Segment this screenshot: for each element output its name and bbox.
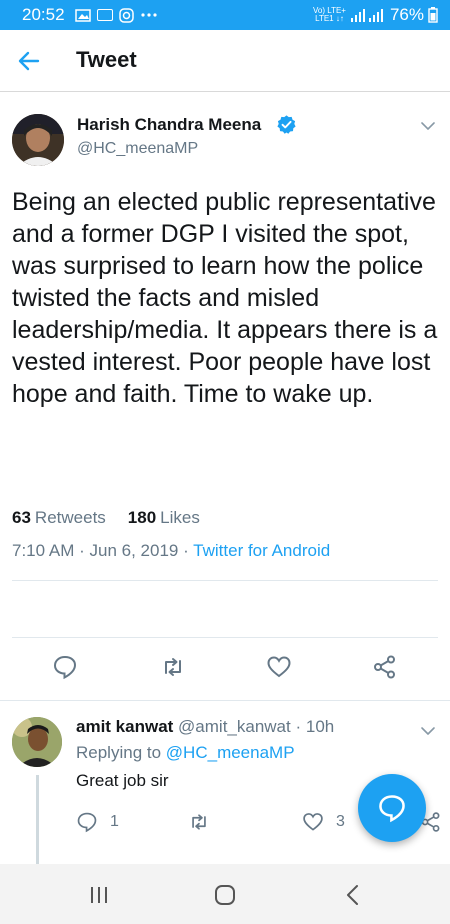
reply-age: 10h xyxy=(305,717,335,736)
status-right: Vo) LTE+ LTE1 ↓↑ 76% xyxy=(313,5,438,25)
compose-reply-button[interactable] xyxy=(358,774,426,842)
divider xyxy=(12,637,438,638)
retweets-label: Retweets xyxy=(34,508,106,527)
compose-reply-icon xyxy=(379,795,405,823)
tweet-actions xyxy=(0,654,450,684)
reply-header: amit kanwat @amit_kanwat · 10h xyxy=(76,717,334,737)
avatar-image xyxy=(12,114,64,166)
replying-to: Replying to @HC_meenaMP xyxy=(76,743,295,763)
signal-icon xyxy=(350,9,383,22)
tweet-time: 7:10 AM xyxy=(12,541,75,560)
replying-prefix: Replying to xyxy=(76,743,162,762)
chevron-down-icon[interactable] xyxy=(420,723,436,739)
retweets-count: 63 xyxy=(12,508,31,527)
author-name[interactable]: Harish Chandra Meena xyxy=(77,115,261,135)
like-icon[interactable] xyxy=(302,811,324,833)
verified-icon xyxy=(277,115,296,134)
engagement-stats: 63 Retweets 180 Likes xyxy=(12,508,200,528)
nav-back-icon[interactable] xyxy=(340,882,366,908)
reply-like-count: 3 xyxy=(336,813,345,830)
status-bar: 20:52 Vo) LTE+ LTE1 ↓↑ 76% xyxy=(0,0,450,30)
reply-author-handle[interactable]: @amit_kanwat xyxy=(178,717,291,736)
gallery-icon xyxy=(74,8,91,22)
retweet-icon[interactable] xyxy=(160,654,186,680)
reply-author-name[interactable]: amit kanwat xyxy=(76,717,173,736)
news-app-icon xyxy=(96,9,113,21)
tweet-timestamp: 7:10 AM · Jun 6, 2019 · Twitter for Andr… xyxy=(12,541,330,561)
likes-label: Likes xyxy=(160,508,200,527)
share-icon[interactable] xyxy=(372,654,398,680)
meta-separator: · xyxy=(295,717,306,736)
meta-separator: · xyxy=(183,541,194,560)
meta-separator: · xyxy=(79,541,90,560)
status-notification-icons xyxy=(74,7,158,23)
status-time: 20:52 xyxy=(22,5,65,24)
chevron-down-icon[interactable] xyxy=(420,118,436,134)
likes-stat[interactable]: 180 Likes xyxy=(128,508,200,528)
page-title: Tweet xyxy=(76,47,137,72)
tweet-source-link[interactable]: Twitter for Android xyxy=(193,541,330,560)
nav-recents-icon[interactable] xyxy=(86,882,112,908)
lte-indicator: Vo) LTE+ LTE1 ↓↑ xyxy=(312,6,346,23)
reply-icon[interactable] xyxy=(76,811,98,833)
reply-avatar-image xyxy=(12,717,62,767)
reply-icon[interactable] xyxy=(52,654,78,680)
tweet-date: Jun 6, 2019 xyxy=(89,541,179,560)
replying-mention[interactable]: @HC_meenaMP xyxy=(166,743,295,762)
tweet-text: Being an elected public representative a… xyxy=(12,188,438,408)
divider xyxy=(12,580,438,581)
instagram-icon xyxy=(118,7,134,23)
app-bar: Tweet xyxy=(0,30,450,92)
author-avatar[interactable] xyxy=(12,114,64,166)
reply-text: Great job sir xyxy=(76,771,169,790)
more-notifications-icon xyxy=(140,13,157,17)
retweet-icon[interactable] xyxy=(188,811,210,833)
likes-count: 180 xyxy=(127,508,157,527)
reply-reply-count: 1 xyxy=(110,813,119,830)
battery-icon xyxy=(428,7,438,23)
battery-percent: 76% xyxy=(389,5,424,24)
retweets-stat[interactable]: 63 Retweets xyxy=(12,508,106,528)
author-handle[interactable]: @HC_meenaMP xyxy=(77,140,198,158)
reply-avatar[interactable] xyxy=(12,717,62,767)
system-nav-bar xyxy=(0,864,450,924)
like-icon[interactable] xyxy=(266,654,292,680)
nav-home-icon[interactable] xyxy=(212,882,238,908)
back-arrow-icon[interactable] xyxy=(16,48,42,74)
